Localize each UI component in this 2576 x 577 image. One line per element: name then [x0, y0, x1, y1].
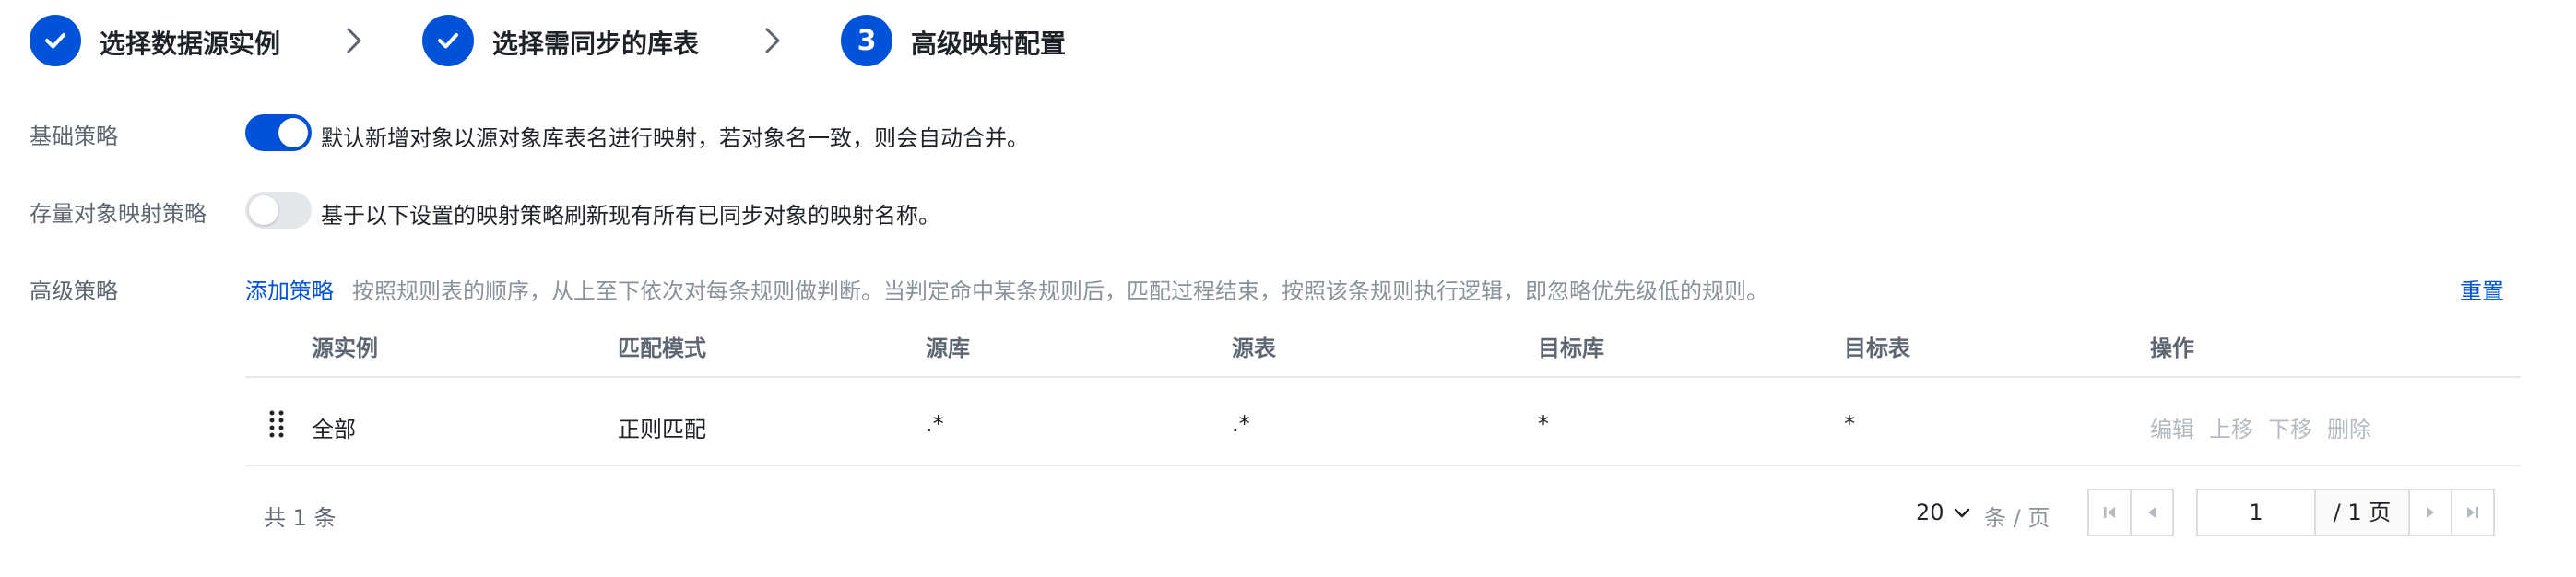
table-row-divider	[245, 465, 2521, 466]
move-down-button[interactable]: 下移	[2268, 411, 2312, 443]
step-2-label: 选择需同步的库表	[492, 29, 700, 59]
last-page-icon	[2467, 507, 2478, 518]
next-page-icon	[2427, 507, 2434, 518]
total-count: 共 1 条	[264, 505, 337, 531]
step-3-label: 高级映射配置	[911, 29, 1067, 59]
cell-source-table: .*	[1232, 411, 1250, 437]
advanced-strategy-label: 高级策略	[30, 278, 118, 304]
advanced-strategy-hint: 按照规则表的顺序，从上至下依次对每条规则做判断。当判定命中某条规则后，匹配过程结…	[352, 278, 1768, 304]
cell-target-db: *	[1538, 411, 1549, 437]
step-separator-chevron-icon	[347, 28, 361, 53]
basic-strategy-toggle[interactable]	[245, 114, 312, 151]
existing-strategy-toggle[interactable]	[245, 192, 312, 229]
column-header-source-db: 源库	[926, 336, 970, 361]
last-page-button[interactable]	[2451, 489, 2495, 536]
cell-source-db: .*	[926, 411, 944, 437]
page-size-select[interactable]: 20	[1916, 494, 1972, 531]
cell-target-table: *	[1844, 411, 1855, 437]
add-strategy-link[interactable]: 添加策略	[245, 273, 334, 305]
chevron-down-icon	[1954, 508, 1969, 518]
column-header-source-instance: 源实例	[312, 336, 378, 361]
basic-strategy-description: 默认新增对象以源对象库表名进行映射，若对象名一致，则会自动合并。	[321, 125, 1029, 151]
step-separator-chevron-icon	[765, 28, 780, 53]
delete-button[interactable]: 删除	[2327, 411, 2371, 443]
existing-strategy-label: 存量对象映射策略	[30, 201, 207, 227]
step-1-label: 选择数据源实例	[100, 29, 281, 59]
page-size-unit: 条 / 页	[1984, 505, 2050, 531]
prev-page-button[interactable]	[2130, 489, 2174, 536]
first-page-button[interactable]	[2087, 489, 2132, 536]
column-header-actions: 操作	[2150, 336, 2194, 361]
next-page-button[interactable]	[2408, 489, 2452, 536]
first-page-icon	[2104, 507, 2115, 518]
column-header-match-mode: 匹配模式	[618, 336, 706, 361]
step-2-check-icon	[422, 15, 474, 66]
column-header-target-db: 目标库	[1538, 336, 1604, 361]
total-pages: / 1 页	[2314, 489, 2410, 536]
step-1-check-icon	[30, 15, 81, 66]
drag-handle-icon[interactable]	[267, 409, 286, 439]
page-size-value: 20	[1916, 500, 1944, 525]
page-number-input[interactable]: 1	[2196, 489, 2316, 536]
reset-link[interactable]: 重置	[2460, 273, 2504, 305]
move-up-button[interactable]: 上移	[2209, 411, 2253, 443]
basic-strategy-label: 基础策略	[30, 124, 118, 149]
cell-source-instance: 全部	[312, 417, 356, 442]
table-header-divider	[245, 376, 2521, 378]
edit-button[interactable]: 编辑	[2150, 411, 2194, 443]
existing-strategy-description: 基于以下设置的映射策略刷新现有所有已同步对象的映射名称。	[321, 203, 940, 229]
column-header-target-table: 目标表	[1844, 336, 1910, 361]
cell-match-mode: 正则匹配	[618, 417, 706, 442]
step-3-number: 3	[841, 15, 892, 66]
prev-page-icon	[2148, 507, 2156, 518]
column-header-source-table: 源表	[1232, 336, 1276, 361]
